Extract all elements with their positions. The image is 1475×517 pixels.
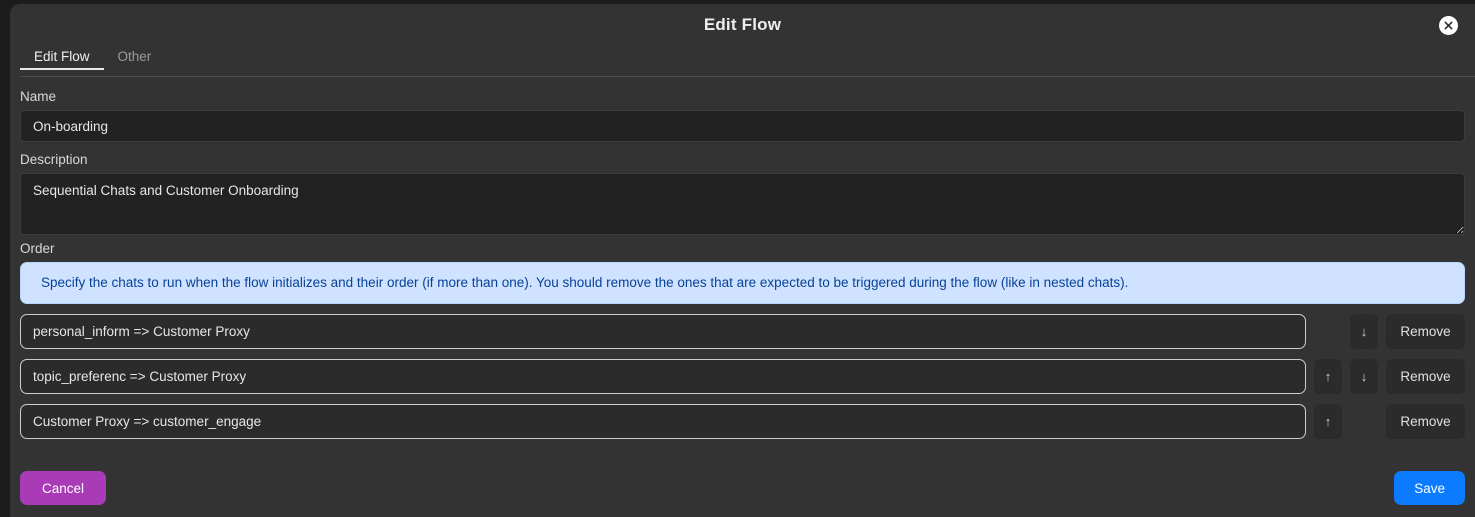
order-input-3[interactable] xyxy=(20,404,1306,440)
order-input-2[interactable] xyxy=(20,359,1306,395)
arrow-up-icon[interactable]: ↑ xyxy=(1314,404,1342,440)
description-label: Description xyxy=(20,152,88,167)
arrow-down-icon[interactable]: ↓ xyxy=(1350,314,1378,350)
order-input-1[interactable] xyxy=(20,314,1306,350)
tab-bar: Edit Flow Other xyxy=(10,45,1475,81)
remove-button-1[interactable]: Remove xyxy=(1386,314,1465,350)
tab-edit-flow[interactable]: Edit Flow xyxy=(20,45,104,74)
order-row: ↓ Remove xyxy=(20,314,1465,350)
modal-header: Edit Flow xyxy=(10,4,1475,45)
name-input[interactable] xyxy=(20,110,1465,142)
name-field-group: Name xyxy=(20,89,1465,142)
edit-flow-modal: Edit Flow Edit Flow Other Name Descripti… xyxy=(10,4,1475,517)
order-info-alert: Specify the chats to run when the flow i… xyxy=(20,262,1465,305)
tab-other[interactable]: Other xyxy=(104,45,166,74)
modal-body: Name Description Sequential Chats and Cu… xyxy=(10,81,1475,459)
remove-button-3[interactable]: Remove xyxy=(1386,404,1465,440)
arrow-up-icon[interactable]: ↑ xyxy=(1314,359,1342,395)
order-row: ↑ ↓ Remove xyxy=(20,359,1465,395)
modal-footer: Cancel Save xyxy=(10,459,1475,517)
description-field-group: Description Sequential Chats and Custome… xyxy=(20,152,1465,235)
order-up-slot-1 xyxy=(1314,314,1342,349)
close-icon[interactable] xyxy=(1439,16,1458,35)
order-label: Order xyxy=(20,241,55,256)
page-title: Edit Flow xyxy=(703,15,782,34)
cancel-button[interactable]: Cancel xyxy=(20,471,107,505)
save-button[interactable]: Save xyxy=(1394,471,1465,505)
order-field-group: Order Specify the chats to run when the … xyxy=(20,241,1465,440)
remove-button-2[interactable]: Remove xyxy=(1386,359,1465,395)
name-label: Name xyxy=(20,89,57,104)
order-row: ↑ Remove xyxy=(20,404,1465,440)
arrow-down-icon[interactable]: ↓ xyxy=(1350,359,1378,395)
description-textarea[interactable]: Sequential Chats and Customer Onboarding xyxy=(20,173,1465,235)
order-down-slot-3 xyxy=(1350,404,1378,439)
